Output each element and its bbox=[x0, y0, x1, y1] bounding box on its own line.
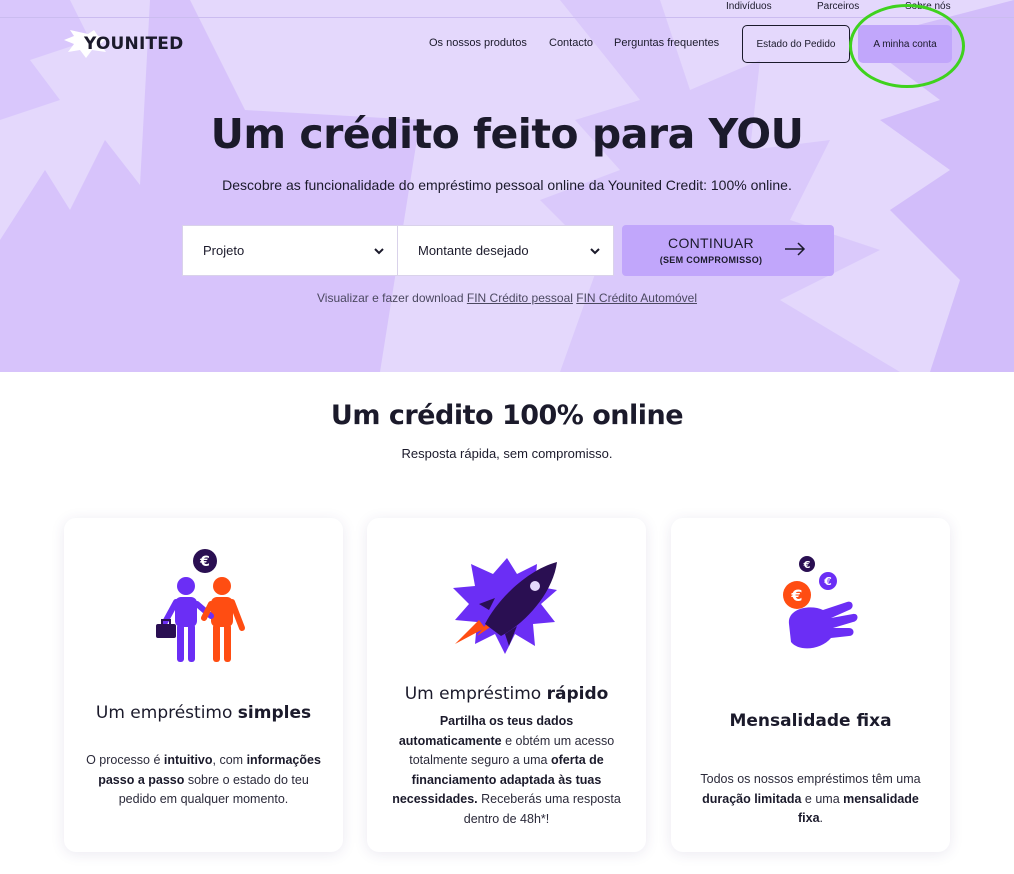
card-title-bold: simples bbox=[237, 703, 312, 723]
card-text-run: . bbox=[819, 811, 824, 825]
download-documents-line: Visualizar e fazer download FIN Crédito … bbox=[0, 291, 1014, 305]
nav-faq[interactable]: Perguntas frequentes bbox=[614, 37, 719, 49]
amount-select[interactable]: Montante desejado bbox=[397, 225, 614, 276]
link-fin-auto[interactable]: FIN Crédito Automóvel bbox=[576, 291, 697, 305]
chevron-down-icon bbox=[374, 247, 384, 254]
nav-contact[interactable]: Contacto bbox=[549, 37, 593, 49]
top-link-individuals[interactable]: Indivíduos bbox=[726, 1, 772, 12]
card-text-run: , com bbox=[212, 753, 247, 767]
hero-section: Indivíduos Parceiros Sobre nós YOUNITED … bbox=[0, 0, 1014, 372]
svg-text:€: € bbox=[199, 554, 210, 570]
card-text-run: Receberás uma resposta dentro de 48h*! bbox=[463, 792, 621, 826]
top-utility-bar: Indivíduos Parceiros Sobre nós bbox=[0, 0, 1014, 18]
card-text-run: Todos os nossos empréstimos têm uma bbox=[700, 772, 921, 786]
logo-text: YOUNITED bbox=[84, 34, 184, 54]
continue-button[interactable]: CONTINUAR (SEM COMPROMISSO) bbox=[622, 225, 834, 276]
hero-subtitle: Descobre as funcionalidade do empréstimo… bbox=[222, 177, 792, 193]
card-title-part1: Um empréstimo bbox=[95, 703, 238, 723]
card-text-bold-run: intuitivo bbox=[163, 753, 213, 767]
card-title-bold: Mensalidade fixa bbox=[729, 711, 892, 731]
amount-select-value: Montante desejado bbox=[418, 243, 529, 258]
project-select[interactable]: Projeto bbox=[182, 225, 398, 276]
arrow-right-icon bbox=[785, 242, 806, 256]
card-text: O processo é intuitivo, com informações … bbox=[84, 751, 323, 810]
card-title-part1: Um empréstimo bbox=[404, 684, 547, 704]
hero-title: Um crédito feito para YOU bbox=[210, 110, 804, 158]
section-subtitle: Resposta rápida, sem compromisso. bbox=[401, 446, 613, 461]
card-text-bold-run: duração limitada bbox=[702, 791, 802, 806]
nav-products[interactable]: Os nossos produtos bbox=[429, 37, 527, 49]
card-title-bold: rápido bbox=[546, 684, 609, 704]
people-euro-icon: € bbox=[156, 549, 245, 662]
chevron-down-icon bbox=[590, 247, 600, 254]
project-select-value: Projeto bbox=[203, 243, 245, 258]
card-text: Todos os nossos empréstimos têm uma dura… bbox=[691, 770, 930, 829]
card-title: Um empréstimo rápido bbox=[367, 684, 646, 704]
younited-logo[interactable]: YOUNITED bbox=[64, 28, 194, 60]
card-title: Um empréstimo simples bbox=[64, 703, 343, 723]
link-fin-personal[interactable]: FIN Crédito pessoal bbox=[467, 291, 573, 305]
hand-coins-icon: € € € bbox=[783, 556, 858, 649]
top-link-partners[interactable]: Parceiros bbox=[817, 1, 859, 12]
svg-text:€: € bbox=[790, 586, 802, 605]
feature-card-fast: Um empréstimo rápido Partilha os teus da… bbox=[367, 518, 646, 852]
order-status-button[interactable]: Estado do Pedido bbox=[742, 25, 850, 63]
feature-card-simple: € Um empréstimo simples O processo é int… bbox=[64, 518, 343, 852]
continue-label: CONTINUAR bbox=[668, 235, 754, 251]
highlight-circle-annotation bbox=[849, 4, 965, 88]
download-prefix: Visualizar e fazer download bbox=[317, 291, 464, 305]
card-text-run: O processo é bbox=[86, 753, 164, 767]
card-text-run: e uma bbox=[801, 791, 844, 806]
card-title: Mensalidade fixa bbox=[671, 711, 950, 731]
section-title-bold: 100% online bbox=[501, 400, 684, 431]
card-text: Partilha os teus dados automaticamente e… bbox=[387, 712, 626, 829]
svg-text:€: € bbox=[803, 560, 811, 571]
svg-text:€: € bbox=[823, 575, 832, 588]
section-title-part1: Um crédito bbox=[330, 400, 502, 431]
continue-sublabel: (SEM COMPROMISSO) bbox=[659, 255, 763, 265]
rocket-icon bbox=[453, 558, 557, 654]
section-title: Um crédito 100% online bbox=[0, 400, 1014, 431]
feature-card-fixed: € € € Mensalidade fixa Todos os nossos e… bbox=[671, 518, 950, 852]
